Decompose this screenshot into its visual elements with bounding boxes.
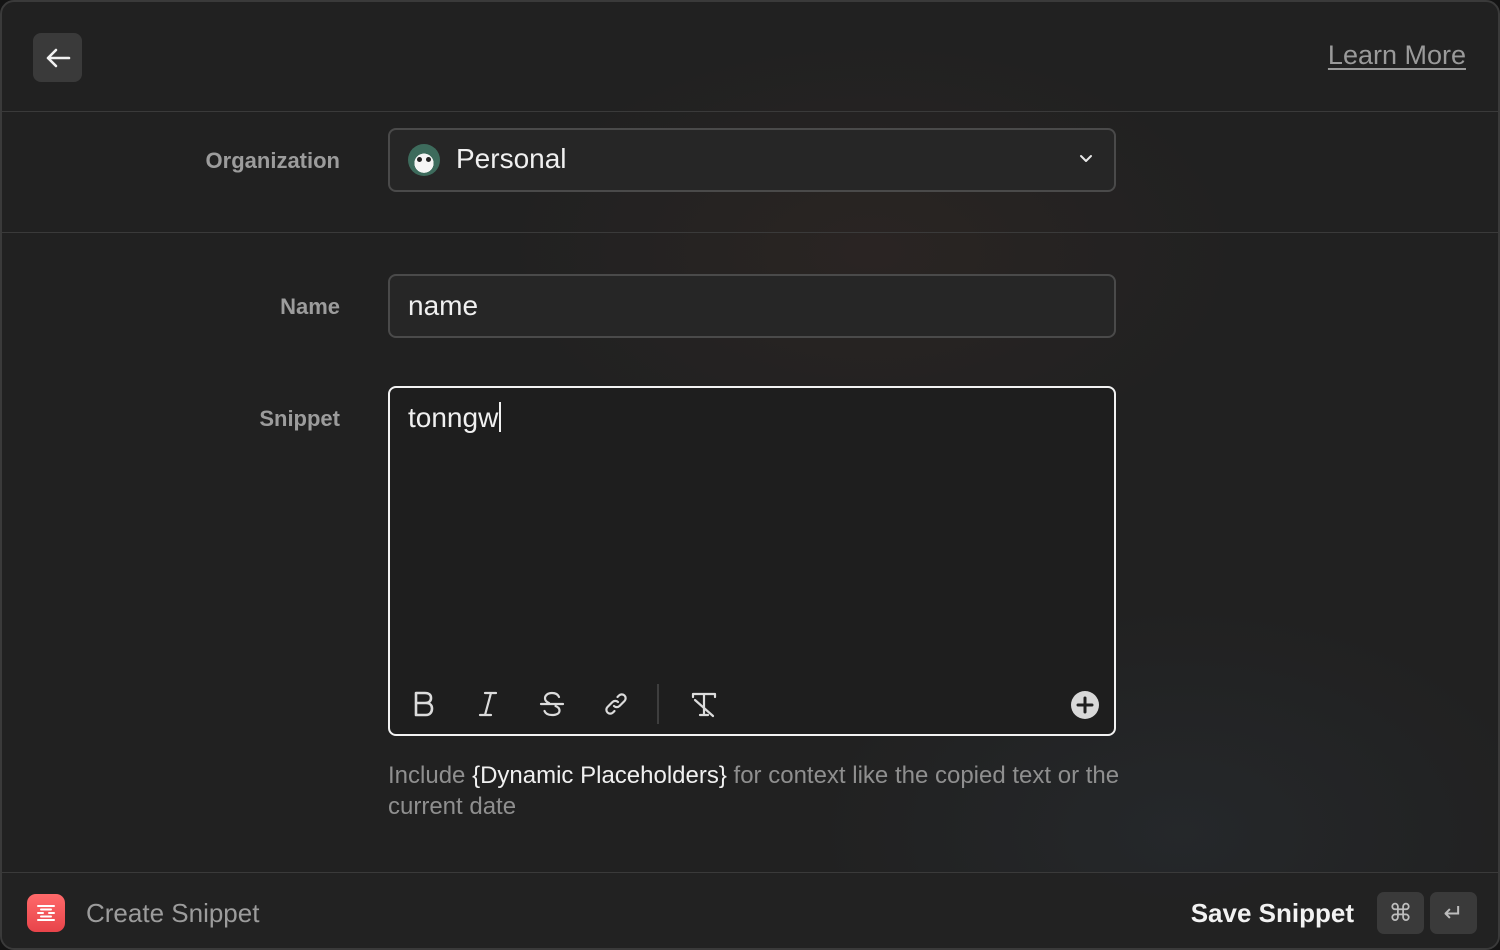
learn-more-link[interactable]: Learn More	[1328, 40, 1466, 71]
format-toolbar	[404, 684, 1104, 724]
placeholder-hint: Include {Dynamic Placeholders} for conte…	[388, 760, 1128, 822]
create-snippet-window: Learn More Organization Personal Name na…	[0, 0, 1500, 950]
snippet-text-area[interactable]: tonngw	[408, 402, 502, 434]
back-button[interactable]	[33, 33, 82, 82]
clear-format-button[interactable]	[684, 684, 724, 724]
link-icon	[605, 693, 627, 715]
enter-key-badge: ↵	[1430, 892, 1477, 934]
bold-icon	[414, 691, 434, 717]
toolbar-divider	[657, 684, 659, 724]
hint-text-start: Include	[388, 762, 473, 789]
snippet-text: tonngw	[408, 402, 499, 433]
link-button[interactable]	[596, 684, 636, 724]
organization-row: Organization Personal	[2, 112, 1498, 233]
organization-label: Organization	[205, 148, 340, 173]
footer-bar: Create Snippet Save Snippet ⌘ ↵	[2, 872, 1498, 948]
footer-title: Create Snippet	[86, 898, 260, 928]
text-caret	[499, 402, 502, 432]
dynamic-placeholders-highlight: {Dynamic Placeholders}	[472, 762, 727, 789]
name-input[interactable]: name	[388, 274, 1116, 338]
bold-button[interactable]	[404, 684, 444, 724]
strikethrough-button[interactable]	[532, 684, 572, 724]
italic-button[interactable]	[468, 684, 508, 724]
strikethrough-icon	[539, 691, 565, 717]
organization-value: Personal	[456, 143, 567, 174]
name-label: Name	[280, 294, 340, 319]
clear-format-icon	[691, 692, 717, 718]
panda-avatar-icon	[408, 144, 440, 176]
plus-circle-icon[interactable]	[1070, 690, 1100, 720]
command-key-badge: ⌘	[1377, 892, 1424, 934]
top-bar: Learn More	[2, 2, 1498, 112]
save-snippet-button[interactable]: Save Snippet	[1191, 898, 1354, 929]
organization-select[interactable]: Personal	[388, 128, 1116, 192]
italic-icon	[478, 691, 498, 717]
snippet-editor[interactable]: tonngw	[388, 386, 1116, 736]
snippet-label: Snippet	[259, 406, 340, 431]
snippet-app-icon	[27, 894, 65, 932]
chevron-down-icon	[1080, 155, 1092, 162]
arrow-left-icon	[46, 48, 70, 67]
